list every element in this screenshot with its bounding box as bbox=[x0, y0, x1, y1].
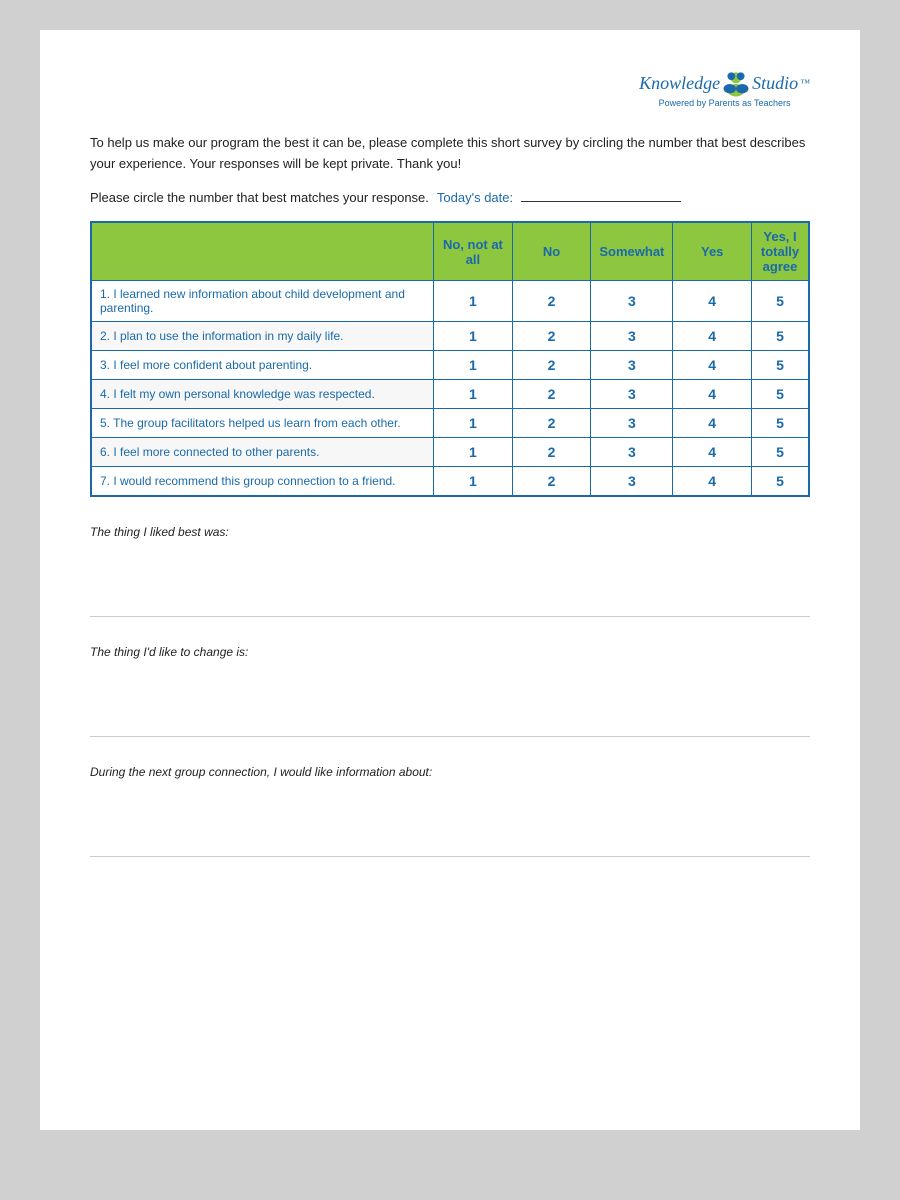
direction-text: Please circle the number that best match… bbox=[90, 190, 429, 205]
header-question bbox=[91, 222, 434, 281]
answer-cell-7-3[interactable]: 3 bbox=[591, 467, 673, 497]
question-cell-7: 7. I would recommend this group connecti… bbox=[91, 467, 434, 497]
answer-cell-5-1[interactable]: 1 bbox=[434, 409, 513, 438]
answer-cell-3-3[interactable]: 3 bbox=[591, 351, 673, 380]
answer-cell-6-4[interactable]: 4 bbox=[673, 438, 752, 467]
intro-paragraph: To help us make our program the best it … bbox=[90, 133, 810, 175]
answer-cell-2-4[interactable]: 4 bbox=[673, 322, 752, 351]
answer-cell-1-3[interactable]: 3 bbox=[591, 281, 673, 322]
answer-cell-4-1[interactable]: 1 bbox=[434, 380, 513, 409]
answer-cell-2-2[interactable]: 2 bbox=[512, 322, 591, 351]
table-row: 5. The group facilitators helped us lear… bbox=[91, 409, 809, 438]
answer-cell-4-2[interactable]: 2 bbox=[512, 380, 591, 409]
survey-table: No, not at all No Somewhat Yes Yes, I to… bbox=[90, 221, 810, 497]
logo-subtitle: Powered by Parents as Teachers bbox=[639, 98, 810, 109]
answer-cell-5-2[interactable]: 2 bbox=[512, 409, 591, 438]
date-label: Today's date: bbox=[437, 190, 513, 205]
question-cell-2: 2. I plan to use the information in my d… bbox=[91, 322, 434, 351]
answer-cell-3-1[interactable]: 1 bbox=[434, 351, 513, 380]
answer-cell-2-1[interactable]: 1 bbox=[434, 322, 513, 351]
header-col5: Yes, I totally agree bbox=[752, 222, 809, 281]
answer-cell-3-2[interactable]: 2 bbox=[512, 351, 591, 380]
question-cell-3: 3. I feel more confident about parenting… bbox=[91, 351, 434, 380]
open-questions-section: The thing I liked best was: The thing I'… bbox=[90, 525, 810, 857]
header-col3: Somewhat bbox=[591, 222, 673, 281]
open-label-1: The thing I liked best was: bbox=[90, 525, 810, 539]
question-cell-4: 4. I felt my own personal knowledge was … bbox=[91, 380, 434, 409]
answer-cell-1-4[interactable]: 4 bbox=[673, 281, 752, 322]
answer-cell-2-3[interactable]: 3 bbox=[591, 322, 673, 351]
answer-cell-2-5[interactable]: 5 bbox=[752, 322, 809, 351]
answer-cell-6-3[interactable]: 3 bbox=[591, 438, 673, 467]
answer-cell-5-3[interactable]: 3 bbox=[591, 409, 673, 438]
question-cell-1: 1. I learned new information about child… bbox=[91, 281, 434, 322]
open-space-1 bbox=[90, 547, 810, 617]
open-block-1: The thing I liked best was: bbox=[90, 525, 810, 617]
logo-icon bbox=[722, 70, 750, 98]
logo: Knowledge Studio ™ Powered by Parents as… bbox=[639, 70, 810, 109]
table-row: 3. I feel more confident about parenting… bbox=[91, 351, 809, 380]
open-block-3: During the next group connection, I woul… bbox=[90, 765, 810, 857]
logo-text-knowledge: Knowledge bbox=[639, 73, 720, 95]
table-row: 6. I feel more connected to other parent… bbox=[91, 438, 809, 467]
answer-cell-4-4[interactable]: 4 bbox=[673, 380, 752, 409]
header-col1: No, not at all bbox=[434, 222, 513, 281]
open-label-3: During the next group connection, I woul… bbox=[90, 765, 810, 779]
answer-cell-3-4[interactable]: 4 bbox=[673, 351, 752, 380]
table-row: 2. I plan to use the information in my d… bbox=[91, 322, 809, 351]
date-underline-field[interactable] bbox=[521, 201, 681, 202]
answer-cell-3-5[interactable]: 5 bbox=[752, 351, 809, 380]
answer-cell-7-4[interactable]: 4 bbox=[673, 467, 752, 497]
logo-area: Knowledge Studio ™ Powered by Parents as… bbox=[90, 70, 810, 109]
answer-cell-6-2[interactable]: 2 bbox=[512, 438, 591, 467]
open-label-2: The thing I'd like to change is: bbox=[90, 645, 810, 659]
table-row: 7. I would recommend this group connecti… bbox=[91, 467, 809, 497]
answer-cell-5-4[interactable]: 4 bbox=[673, 409, 752, 438]
header-col4: Yes bbox=[673, 222, 752, 281]
answer-cell-7-5[interactable]: 5 bbox=[752, 467, 809, 497]
open-space-3 bbox=[90, 787, 810, 857]
answer-cell-5-5[interactable]: 5 bbox=[752, 409, 809, 438]
answer-cell-7-2[interactable]: 2 bbox=[512, 467, 591, 497]
question-cell-6: 6. I feel more connected to other parent… bbox=[91, 438, 434, 467]
logo-title: Knowledge Studio ™ bbox=[639, 70, 810, 98]
question-cell-5: 5. The group facilitators helped us lear… bbox=[91, 409, 434, 438]
page: Knowledge Studio ™ Powered by Parents as… bbox=[40, 30, 860, 1130]
answer-cell-1-2[interactable]: 2 bbox=[512, 281, 591, 322]
date-line: Please circle the number that best match… bbox=[90, 190, 810, 205]
answer-cell-1-5[interactable]: 5 bbox=[752, 281, 809, 322]
answer-cell-7-1[interactable]: 1 bbox=[434, 467, 513, 497]
open-block-2: The thing I'd like to change is: bbox=[90, 645, 810, 737]
answer-cell-4-5[interactable]: 5 bbox=[752, 380, 809, 409]
answer-cell-4-3[interactable]: 3 bbox=[591, 380, 673, 409]
answer-cell-6-5[interactable]: 5 bbox=[752, 438, 809, 467]
logo-text-studio: Studio bbox=[752, 73, 798, 95]
answer-cell-1-1[interactable]: 1 bbox=[434, 281, 513, 322]
table-row: 4. I felt my own personal knowledge was … bbox=[91, 380, 809, 409]
answer-cell-6-1[interactable]: 1 bbox=[434, 438, 513, 467]
header-col2: No bbox=[512, 222, 591, 281]
open-space-2 bbox=[90, 667, 810, 737]
table-header-row: No, not at all No Somewhat Yes Yes, I to… bbox=[91, 222, 809, 281]
table-row: 1. I learned new information about child… bbox=[91, 281, 809, 322]
